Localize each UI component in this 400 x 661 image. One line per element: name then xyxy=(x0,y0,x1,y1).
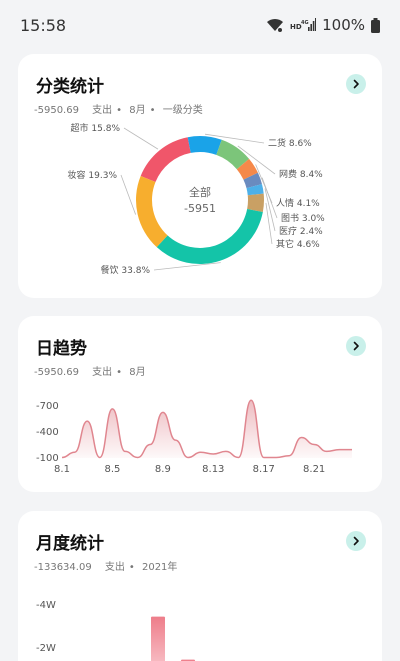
status-icons: HD 4G 100% xyxy=(266,16,380,34)
donut-leader-4 xyxy=(261,177,278,219)
donut-label-7: 餐饮 33.8% xyxy=(101,264,151,276)
battery-percent: 100% xyxy=(322,16,365,34)
x-tick-label: 8.1 xyxy=(54,464,70,475)
donut-leader-8 xyxy=(120,174,137,215)
donut-leader-5 xyxy=(264,188,276,232)
monthly-bar-chart: -4W -2W xyxy=(36,600,195,661)
daily-trend-card[interactable]: 日趋势 -5950.69 支出 • 8月 -700 -400 -100 8.1 8.5 8.… xyxy=(18,316,382,492)
donut-label-1: 二货 8.6% xyxy=(268,137,312,149)
y-tick-label: -2W xyxy=(36,643,56,654)
donut-label-3: 人情 4.1% xyxy=(276,197,320,209)
donut-label-4: 图书 3.0% xyxy=(281,213,325,224)
x-tick-label: 8.9 xyxy=(155,464,171,475)
donut-label-5: 医疗 2.4% xyxy=(279,225,323,237)
donut-leader-0 xyxy=(123,127,159,150)
donut-slice-7 xyxy=(156,209,263,264)
svg-text:4G: 4G xyxy=(301,20,309,26)
donut-leader-6 xyxy=(265,202,273,245)
donut-label-2: 网费 8.4% xyxy=(279,168,323,180)
donut-slice-6 xyxy=(247,193,264,213)
monthly-stats-card[interactable]: 月度统计 -133634.09 支出 • 2021年 -4W -2W xyxy=(18,511,382,661)
month-bar-1 xyxy=(151,616,165,661)
y-tick-label: -700 xyxy=(36,401,59,412)
daily-trend-chart: -700 -400 -1008.1 8.5 8.9 8.13 8.17 8.21 xyxy=(36,399,352,475)
donut-label-8: 妆容 19.3% xyxy=(68,169,118,181)
donut-center-label: 全部 xyxy=(189,185,211,199)
donut-center-value: -5951 xyxy=(184,202,216,215)
status-bar: 15:58 HD 4G 100% xyxy=(0,0,400,50)
category-stats-card[interactable]: 分类统计 -5950.69 支出 • 8月 • 一级分类 超市 15.8% 二货 8.… xyxy=(18,54,382,298)
battery-icon xyxy=(371,17,380,33)
x-tick-label: 8.21 xyxy=(303,464,325,475)
donut-slice-0 xyxy=(140,137,191,183)
trend-area xyxy=(62,400,352,458)
x-tick-label: 8.13 xyxy=(202,464,224,475)
donut-slice-8 xyxy=(136,176,168,248)
donut-label-6: 其它 4.6% xyxy=(276,238,320,250)
signal-icon: HD 4G xyxy=(290,18,317,31)
y-tick-label: -4W xyxy=(36,600,56,611)
x-tick-label: 8.5 xyxy=(104,464,120,475)
x-tick-label: 8.17 xyxy=(253,464,275,475)
y-tick-label: -100 xyxy=(36,453,59,464)
category-donut-chart: 超市 15.8% 二货 8.6% 网费 8.4% 人情 4.1% 图书 3.0%医疗 2… xyxy=(68,122,326,276)
donut-label-0: 超市 15.8% xyxy=(71,122,121,134)
y-tick-label: -400 xyxy=(36,427,59,438)
donut-leader-7 xyxy=(153,262,221,271)
wifi-icon xyxy=(267,18,284,32)
donut-slice-1 xyxy=(187,136,222,155)
status-time: 15:58 xyxy=(20,15,67,35)
